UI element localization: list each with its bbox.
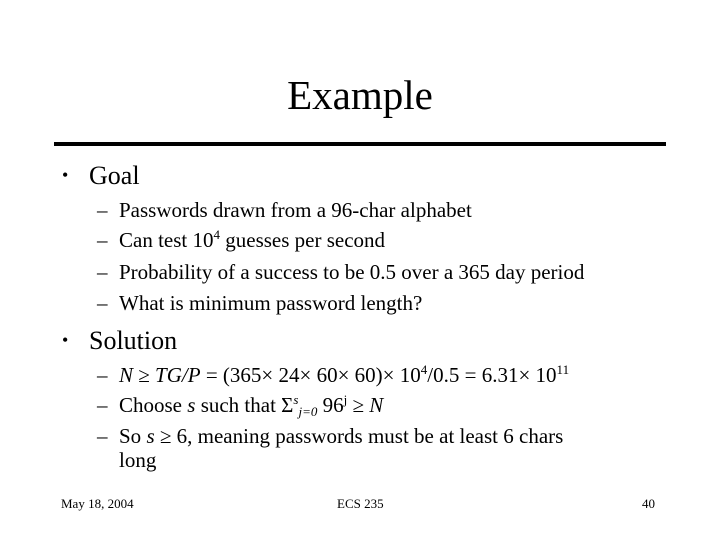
slide-title: Example xyxy=(287,72,433,118)
footer-page-number: 40 xyxy=(642,496,655,511)
footer-date: May 18, 2004 xyxy=(61,496,134,511)
dash-icon: – xyxy=(97,291,108,315)
title-divider xyxy=(54,142,666,146)
item-text: guesses per second xyxy=(220,228,386,252)
dash-icon: – xyxy=(97,228,108,252)
bullet-solution: • Solution xyxy=(62,325,177,356)
dash-icon: – xyxy=(97,393,108,417)
math-var: s xyxy=(146,424,155,448)
goal-item: – Passwords drawn from a 96-char alphabet xyxy=(97,198,472,222)
goal-item: – What is minimum password length? xyxy=(97,291,422,315)
exponent: 11 xyxy=(556,362,570,377)
bullet-icon: • xyxy=(62,330,69,350)
item-text: Can test 10 xyxy=(119,228,214,252)
solution-item: – N ≥ TG/P = (365× 24× 60× 60)× 104/0.5 =… xyxy=(97,363,569,387)
math-var: TG/P xyxy=(155,363,201,387)
item-text-continuation: long xyxy=(119,448,157,472)
item-text: Probability of a success to be 0.5 over … xyxy=(119,260,585,284)
dash-icon: – xyxy=(97,198,108,222)
math-var: N xyxy=(119,363,134,387)
item-text: So xyxy=(119,424,147,448)
math-text: such that Σ xyxy=(195,393,294,417)
solution-item: – Choose s such that Σsj=0 96j ≥ N xyxy=(97,393,384,419)
item-text: ≥ 6, meaning passwords must be at least … xyxy=(154,424,564,448)
bullet-icon: • xyxy=(62,165,69,185)
bullet-goal: • Goal xyxy=(62,160,140,191)
math-op: ≥ xyxy=(347,393,370,417)
item-text: What is minimum password length? xyxy=(119,291,423,315)
subscript: j=0 xyxy=(298,404,317,419)
math-var: N xyxy=(369,393,384,417)
dash-icon: – xyxy=(97,424,108,448)
math-text: /0.5 = 6.31× 10 xyxy=(427,363,557,387)
goal-item: – Can test 104 guesses per second xyxy=(97,228,385,252)
item-text: Passwords drawn from a 96-char alphabet xyxy=(119,198,472,222)
item-text: Choose xyxy=(119,393,188,417)
bullet-heading: Solution xyxy=(89,326,178,355)
solution-item: – So s ≥ 6, meaning passwords must be at … xyxy=(97,424,564,472)
math-text: = (365× 24× 60× 60)× 10 xyxy=(200,363,421,387)
footer-course: ECS 235 xyxy=(337,496,384,511)
dash-icon: – xyxy=(97,363,108,387)
math-text: 96 xyxy=(317,393,344,417)
dash-icon: – xyxy=(97,260,108,284)
bullet-heading: Goal xyxy=(89,161,140,190)
math-var: j=0 xyxy=(298,404,318,419)
math-op: ≥ xyxy=(133,363,156,387)
goal-item: – Probability of a success to be 0.5 over… xyxy=(97,260,584,284)
